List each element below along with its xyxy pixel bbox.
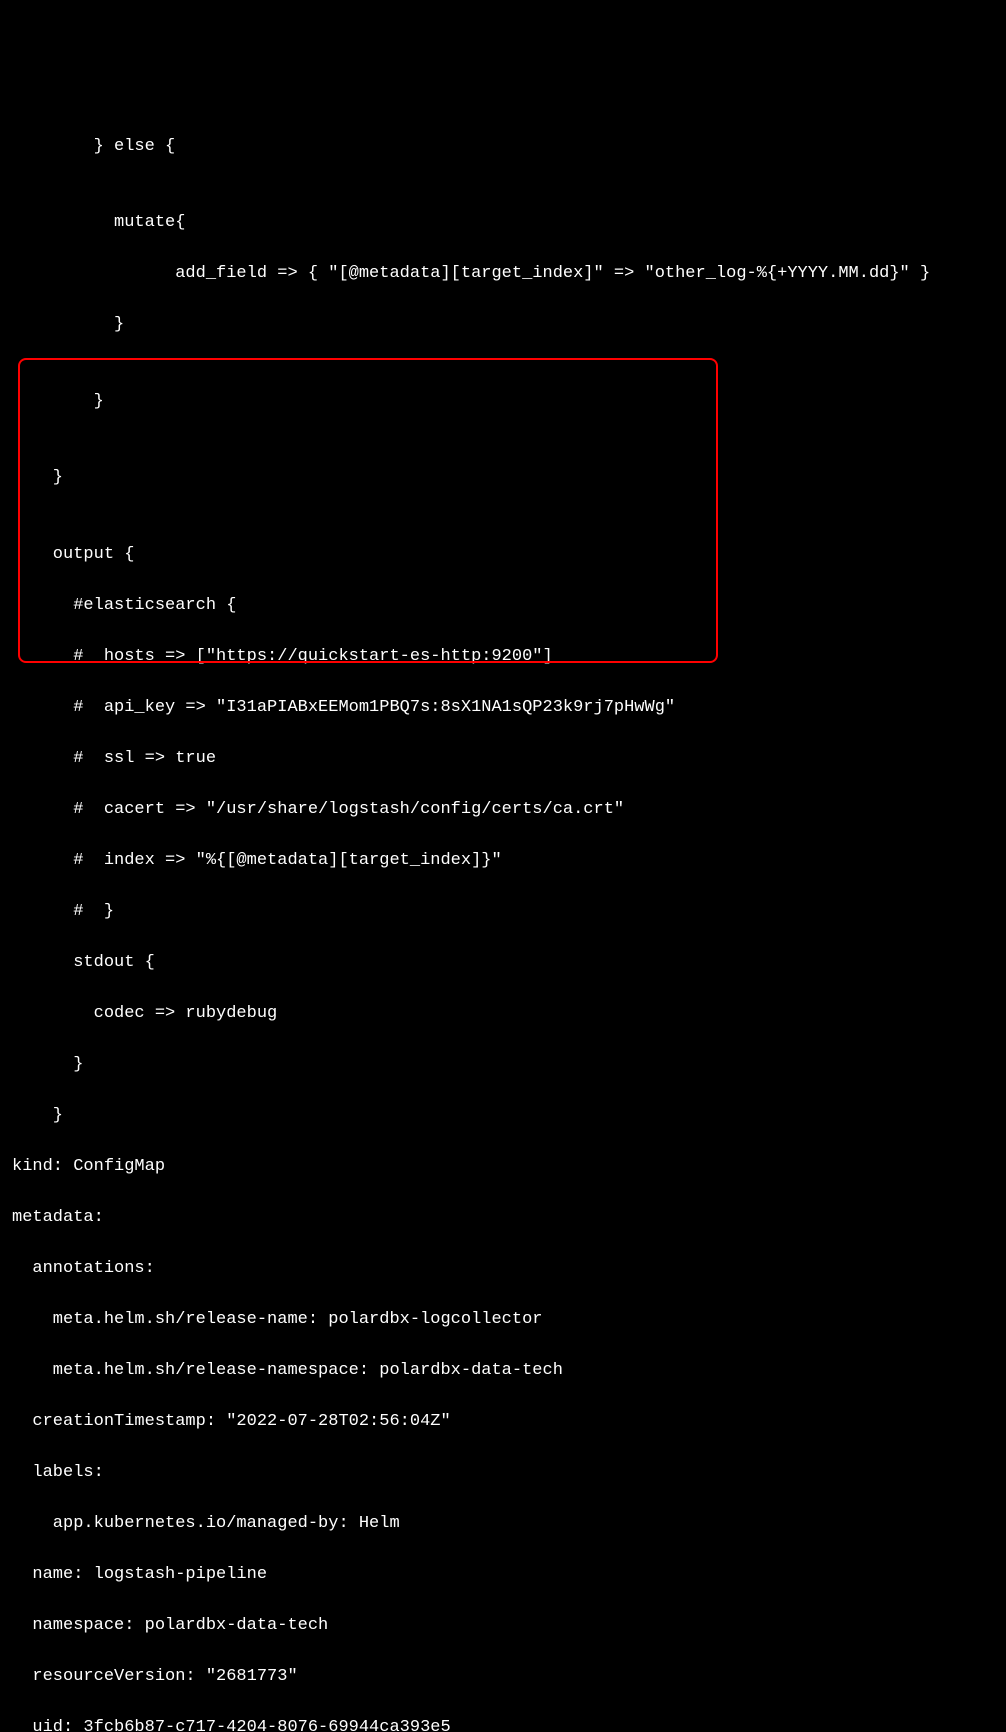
code-line: # cacert => "/usr/share/logstash/config/…	[0, 797, 1006, 823]
code-line: creationTimestamp: "2022-07-28T02:56:04Z…	[0, 1409, 1006, 1435]
code-line: namespace: polardbx-data-tech	[0, 1613, 1006, 1639]
code-line: # ssl => true	[0, 746, 1006, 772]
code-line: }	[0, 1103, 1006, 1129]
code-line: stdout {	[0, 950, 1006, 976]
code-line: app.kubernetes.io/managed-by: Helm	[0, 1511, 1006, 1537]
code-line: codec => rubydebug	[0, 1001, 1006, 1027]
code-line: uid: 3fcb6b87-c717-4204-8076-69944ca393e…	[0, 1715, 1006, 1732]
code-block: } else { mutate{ add_field => { "[@metad…	[0, 108, 1006, 1732]
code-line: name: logstash-pipeline	[0, 1562, 1006, 1588]
code-line: # hosts => ["https://quickstart-es-http:…	[0, 644, 1006, 670]
code-line: } else {	[0, 134, 1006, 160]
code-line: mutate{	[0, 210, 1006, 236]
code-line: }	[0, 1052, 1006, 1078]
code-line: meta.helm.sh/release-namespace: polardbx…	[0, 1358, 1006, 1384]
code-line: meta.helm.sh/release-name: polardbx-logc…	[0, 1307, 1006, 1333]
code-line: #elasticsearch {	[0, 593, 1006, 619]
code-line: }	[0, 389, 1006, 415]
code-line: resourceVersion: "2681773"	[0, 1664, 1006, 1690]
code-line: }	[0, 312, 1006, 338]
code-line: add_field => { "[@metadata][target_index…	[0, 261, 1006, 287]
code-line: # }	[0, 899, 1006, 925]
code-line: metadata:	[0, 1205, 1006, 1231]
code-line: kind: ConfigMap	[0, 1154, 1006, 1180]
code-line: }	[0, 465, 1006, 491]
code-line: output {	[0, 542, 1006, 568]
code-line: # api_key => "I31aPIABxEEMom1PBQ7s:8sX1N…	[0, 695, 1006, 721]
code-line: labels:	[0, 1460, 1006, 1486]
code-line: annotations:	[0, 1256, 1006, 1282]
code-line: # index => "%{[@metadata][target_index]}…	[0, 848, 1006, 874]
